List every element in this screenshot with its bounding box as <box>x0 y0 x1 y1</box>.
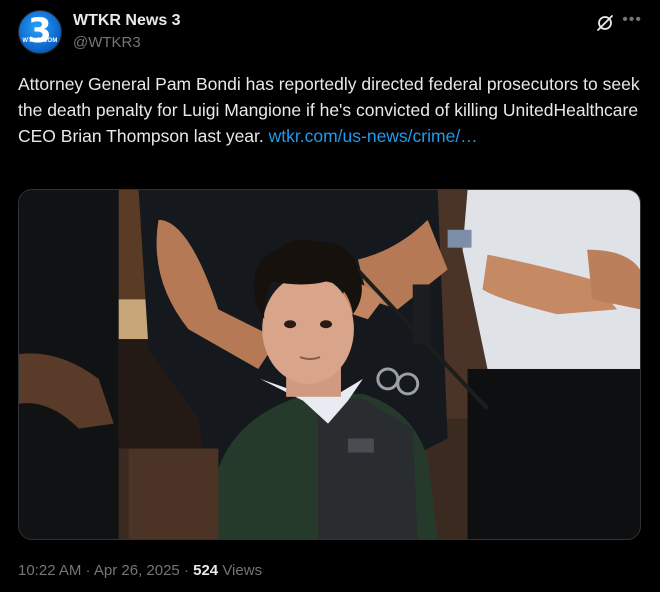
avatar-number: 3 <box>28 11 52 51</box>
meta-separator: · <box>179 562 194 579</box>
tweet-header: 3 WTKR.COM WTKR News 3 @WTKR3 ••• <box>18 10 642 56</box>
tweet-timestamp[interactable]: 10:22 AM · Apr 26, 2025 <box>18 562 180 579</box>
avatar[interactable]: 3 WTKR.COM <box>18 10 62 54</box>
tweet-text: Attorney General Pam Bondi has reportedl… <box>18 71 648 149</box>
author-handle[interactable]: @WTKR3 <box>73 33 181 53</box>
views-label: Views <box>222 562 263 579</box>
grok-icon[interactable] <box>596 14 614 32</box>
tweet-meta: 10:22 AM · Apr 26, 2025 · 524 Views <box>18 561 262 581</box>
tweet: 3 WTKR.COM WTKR News 3 @WTKR3 ••• Attorn… <box>0 0 660 592</box>
tweet-link[interactable]: wtkr.com/us-news/crime/… <box>269 126 478 146</box>
author-display-name[interactable]: WTKR News 3 <box>73 11 181 31</box>
tweet-photo[interactable] <box>18 189 641 540</box>
avatar-subtext: WTKR.COM <box>22 38 58 44</box>
more-icon[interactable]: ••• <box>622 12 642 28</box>
courtroom-photo <box>19 190 640 539</box>
views-count[interactable]: 524 <box>193 562 218 579</box>
author-names: WTKR News 3 @WTKR3 <box>73 11 181 53</box>
